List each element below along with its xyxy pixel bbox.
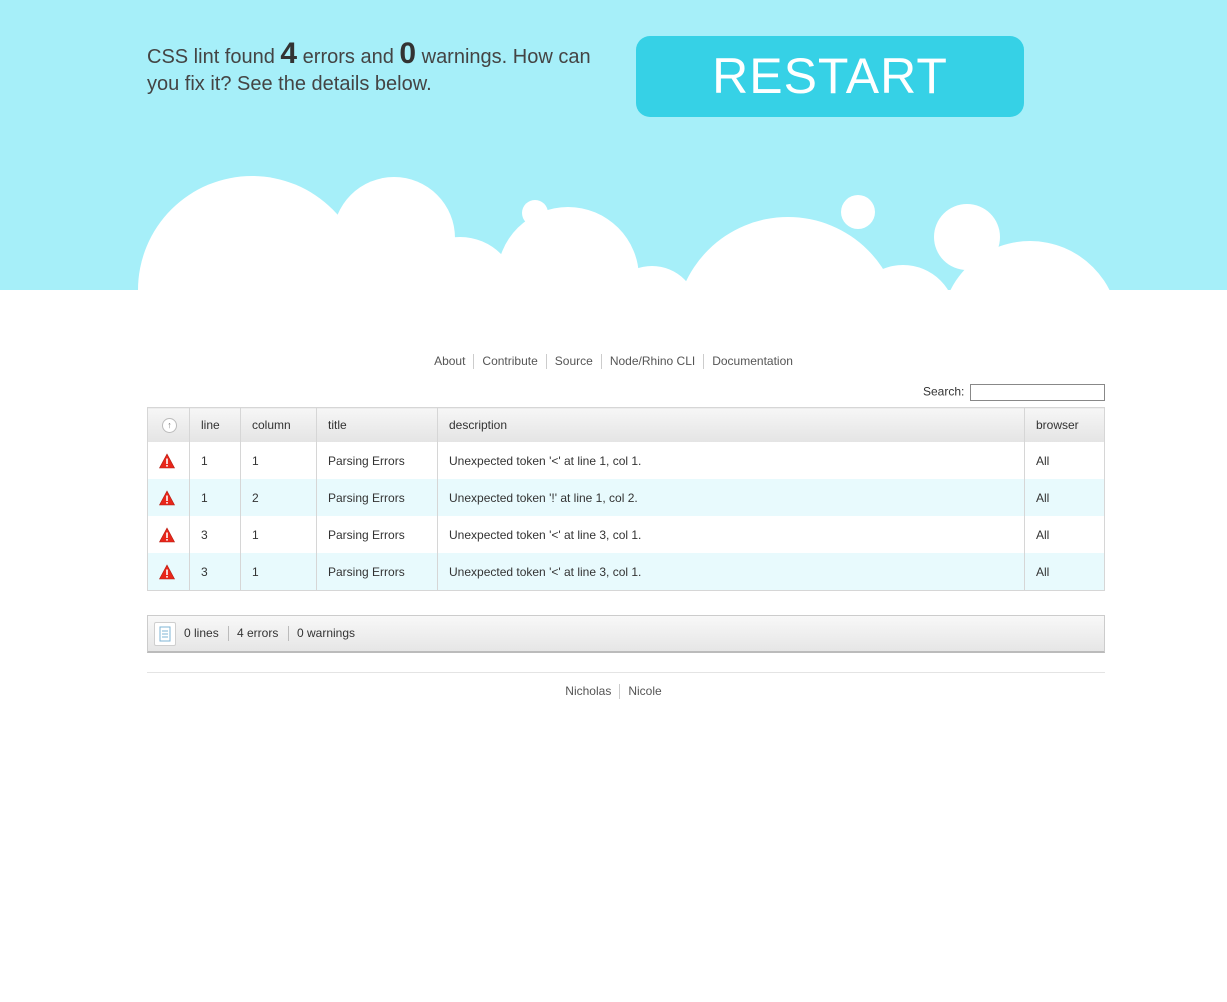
footer-divider (147, 672, 1105, 673)
row-icon-cell (147, 516, 190, 553)
cell-column: 1 (240, 553, 317, 591)
warning-icon (159, 563, 175, 579)
status-lines: 0 lines (184, 626, 219, 640)
cell-line: 1 (189, 442, 241, 479)
restart-button[interactable]: RESTART (636, 36, 1024, 117)
row-icon-cell (147, 442, 190, 479)
cell-column: 2 (240, 479, 317, 516)
cell-browser: All (1024, 553, 1105, 591)
cell-line: 3 (189, 553, 241, 591)
cell-description: Unexpected token '<' at line 3, col 1. (437, 553, 1025, 591)
cell-title: Parsing Errors (316, 442, 438, 479)
warning-icon (159, 489, 175, 505)
table-header-row: ↑ line column title description browser (147, 407, 1105, 442)
search-box: Search: (923, 384, 1105, 401)
search-input[interactable] (969, 384, 1105, 401)
sort-arrow-icon[interactable]: ↑ (162, 418, 177, 433)
cell-browser: All (1024, 516, 1105, 553)
lint-summary: CSS lint found 4 errors and 0 warnings. … (147, 37, 617, 98)
row-icon-cell (147, 479, 190, 516)
table-row: 3 1 Parsing Errors Unexpected token '<' … (147, 553, 1105, 591)
cell-description: Unexpected token '<' at line 1, col 1. (437, 442, 1025, 479)
footer-nav: Nicholas Nicole (0, 684, 1227, 699)
cell-line: 3 (189, 516, 241, 553)
error-count: 4 (280, 37, 298, 70)
status-errors: 4 errors (228, 626, 286, 641)
sort-column-header[interactable]: ↑ (147, 407, 190, 442)
cell-title: Parsing Errors (316, 516, 438, 553)
top-nav: About Contribute Source Node/Rhino CLI Docum… (0, 354, 1227, 369)
header-description[interactable]: description (437, 407, 1025, 442)
footer-link-nicole[interactable]: Nicole (619, 684, 669, 699)
cell-description: Unexpected token '!' at line 1, col 2. (437, 479, 1025, 516)
nav-source[interactable]: Source (545, 354, 601, 369)
cell-line: 1 (189, 479, 241, 516)
cell-title: Parsing Errors (316, 553, 438, 591)
nav-node-rhino-cli[interactable]: Node/Rhino CLI (600, 354, 703, 369)
status-bar: 0 lines 4 errors 0 warnings (147, 615, 1105, 653)
row-icon-cell (147, 553, 190, 591)
warning-icon (159, 526, 175, 542)
summary-prefix: CSS lint found (147, 46, 281, 68)
search-label: Search: (923, 384, 965, 399)
header-sky: CSS lint found 4 errors and 0 warnings. … (0, 0, 1227, 290)
table-row: 3 1 Parsing Errors Unexpected token '<' … (147, 516, 1105, 553)
cell-browser: All (1024, 442, 1105, 479)
table-row: 1 1 Parsing Errors Unexpected token '<' … (147, 442, 1105, 479)
cell-column: 1 (240, 516, 317, 553)
header-column[interactable]: column (240, 407, 317, 442)
cell-browser: All (1024, 479, 1105, 516)
header-line[interactable]: line (189, 407, 241, 442)
header-title[interactable]: title (316, 407, 438, 442)
document-icon (154, 622, 176, 646)
header-browser[interactable]: browser (1024, 407, 1105, 442)
cell-title: Parsing Errors (316, 479, 438, 516)
results-table: ↑ line column title description browser … (147, 407, 1105, 591)
nav-about[interactable]: About (426, 354, 473, 369)
warning-icon (159, 452, 175, 468)
warning-count: 0 (399, 37, 417, 70)
summary-middle: errors and (297, 46, 400, 68)
table-row: 1 2 Parsing Errors Unexpected token '!' … (147, 479, 1105, 516)
nav-documentation[interactable]: Documentation (703, 354, 801, 369)
cell-column: 1 (240, 442, 317, 479)
status-warnings: 0 warnings (288, 626, 363, 641)
footer-link-nicholas[interactable]: Nicholas (557, 684, 619, 699)
cell-description: Unexpected token '<' at line 3, col 1. (437, 516, 1025, 553)
nav-contribute[interactable]: Contribute (473, 354, 545, 369)
